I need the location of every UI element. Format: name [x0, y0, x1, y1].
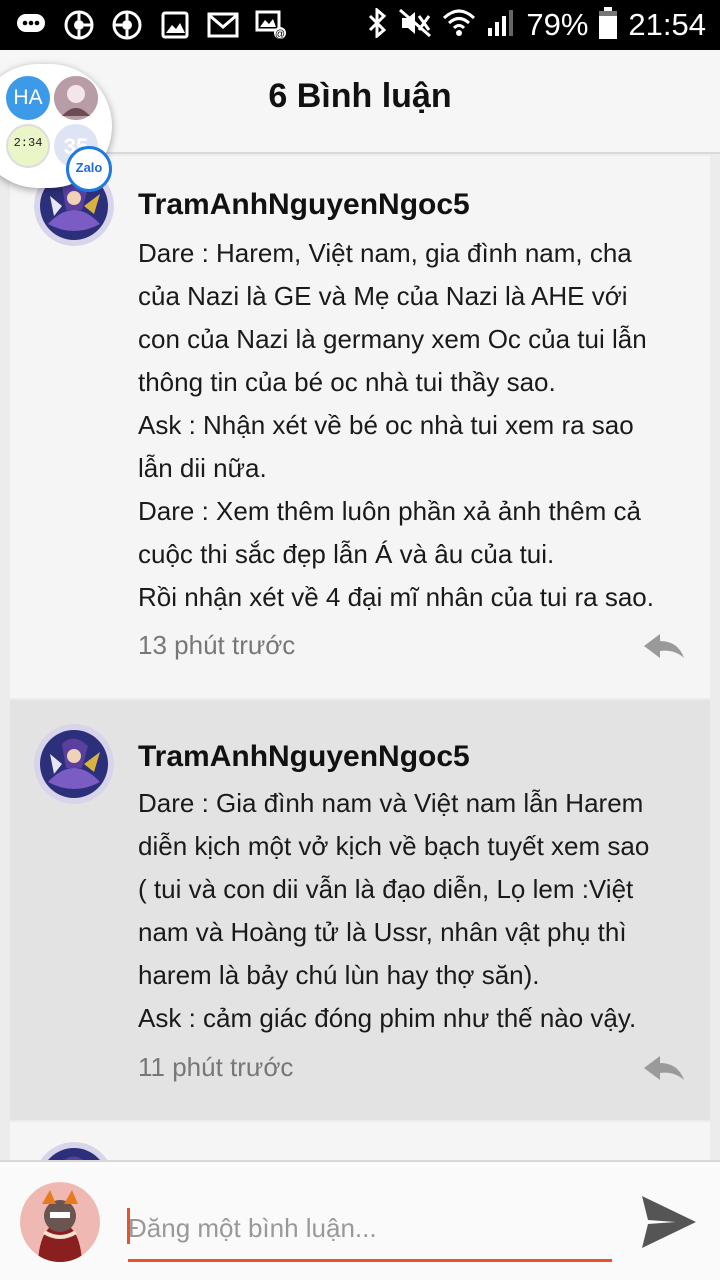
text-cursor [127, 1208, 130, 1244]
comment-line: con của Nazi là germany xem Oc của tui l… [138, 324, 647, 354]
notification-icons: @ [14, 8, 288, 42]
avatar [20, 1182, 100, 1262]
battery-icon [598, 6, 618, 45]
comment-item: TramAnhNguyenNgoc5 Dare : Harem, Việt na… [10, 156, 710, 698]
avatar[interactable] [34, 1142, 114, 1160]
comment-line: harem là bảy chú lùn hay thợ săn). [138, 960, 540, 990]
comment-line: của Nazi là GE và Mẹ của Nazi là AHE với [138, 281, 628, 311]
comment-item [10, 1122, 710, 1160]
clock: 21:54 [628, 7, 706, 42]
svg-text:@: @ [275, 29, 285, 40]
comment-item: TramAnhNguyenNgoc5 Dare : Gia đình nam v… [10, 700, 710, 1120]
comment-line: ( tui và con dii vẫn là đạo diễn, Lọ lem… [138, 874, 634, 904]
comment-list[interactable]: TramAnhNguyenNgoc5 Dare : Harem, Việt na… [0, 156, 720, 1160]
disc-icon [62, 8, 96, 42]
image-icon [158, 8, 192, 42]
status-bar: @ 79% 21:54 [0, 0, 720, 50]
comment-line: Dare : Harem, Việt nam, gia đình nam, ch… [138, 238, 632, 268]
comment-line: Dare : Xem thêm luôn phần xả ảnh thêm cả [138, 496, 641, 526]
comment-timestamp: 13 phút trước [138, 630, 296, 660]
reply-icon[interactable] [642, 632, 686, 662]
comment-line: Ask : Nhận xét về bé oc nhà tui xem ra s… [138, 410, 634, 440]
comment-line: Rồi nhận xét về 4 đại mĩ nhân của tui ra… [138, 582, 654, 612]
comment-line: thông tin của bé oc nhà tui thầy sao. [138, 367, 556, 397]
system-icons: 79% 21:54 [366, 4, 706, 46]
zalo-icon: Zalo [66, 146, 112, 192]
comment-input[interactable] [128, 1198, 612, 1262]
comment-author[interactable]: TramAnhNguyenNgoc5 [138, 188, 470, 222]
battery-percent: 79% [526, 7, 589, 42]
chat-icon [14, 8, 48, 42]
mute-icon [398, 8, 432, 43]
comment-line: cuộc thi sắc đẹp lẫn Á và âu của tui. [138, 539, 555, 569]
comment-body: Dare : Harem, Việt nam, gia đình nam, ch… [138, 232, 698, 619]
comment-body: Dare : Gia đình nam và Việt nam lẫn Hare… [138, 782, 698, 1040]
app-label: Zalo [75, 160, 103, 175]
comment-composer [0, 1160, 720, 1280]
reply-icon[interactable] [642, 1054, 686, 1084]
gallery-icon: @ [254, 8, 288, 42]
comment-line: lẫn dii nữa. [138, 453, 267, 483]
avatar: HA [6, 76, 50, 120]
wifi-icon [442, 8, 476, 43]
comment-author[interactable]: TramAnhNguyenNgoc5 [138, 740, 470, 774]
avatar [54, 76, 98, 120]
avatar-initials: HA [13, 86, 43, 109]
signal-icon [486, 8, 516, 43]
comment-line: nam và Hoàng tử là Ussr, nhân vật phụ th… [138, 917, 627, 947]
send-icon[interactable] [640, 1194, 698, 1250]
avatar: 2:34 [6, 124, 50, 168]
comment-timestamp: 11 phút trước [138, 1052, 294, 1082]
comment-line: Ask : cảm giác đóng phim như thế nào vậy… [138, 1003, 637, 1033]
chat-head-bubble[interactable]: HA 2:34 35 Zalo [0, 64, 112, 192]
avatar[interactable] [34, 724, 114, 804]
gmail-icon [206, 8, 240, 42]
bluetooth-icon [366, 6, 388, 43]
comment-line: diễn kịch một vở kịch về bạch tuyết xem … [138, 831, 650, 861]
avatar-clock: 2:34 [13, 136, 43, 150]
comment-line: Dare : Gia đình nam và Việt nam lẫn Hare… [138, 788, 644, 818]
disc-icon [110, 8, 144, 42]
